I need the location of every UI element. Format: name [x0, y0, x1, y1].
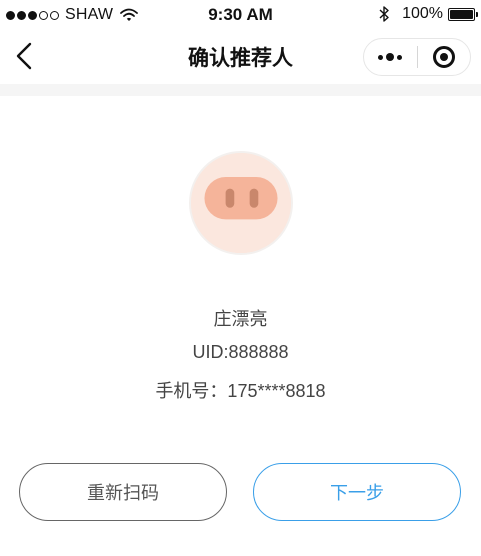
close-mini-program-button[interactable]: [418, 39, 471, 75]
battery-percent: 100%: [402, 5, 443, 22]
avatar: [189, 151, 293, 255]
pig-snout-icon: [191, 153, 291, 253]
target-circle-icon: [432, 46, 455, 68]
nav-bar: 确认推荐人: [0, 30, 481, 84]
more-dots-icon: [378, 53, 403, 61]
mini-program-capsule: [363, 38, 471, 76]
referrer-name: 庄漂亮: [213, 309, 268, 329]
status-right: 100%: [378, 5, 478, 23]
more-button[interactable]: [364, 39, 417, 75]
more-dot: [397, 54, 403, 60]
bluetooth-icon: [379, 6, 389, 22]
rescan-button[interactable]: 重新扫码: [19, 463, 227, 521]
next-step-button[interactable]: 下一步: [253, 463, 461, 521]
more-dot: [386, 53, 395, 61]
battery-fill: [450, 9, 473, 19]
target-center: [439, 53, 448, 61]
referrer-phone: 手机号：175****8818: [155, 381, 326, 401]
status-bar: SHAW 9:30 AM 100%: [0, 0, 481, 30]
more-dot: [378, 54, 384, 60]
section-divider: [0, 84, 481, 96]
battery-tip: [475, 11, 478, 17]
referrer-uid: UID:888888: [192, 342, 289, 362]
battery-icon: [448, 7, 478, 21]
